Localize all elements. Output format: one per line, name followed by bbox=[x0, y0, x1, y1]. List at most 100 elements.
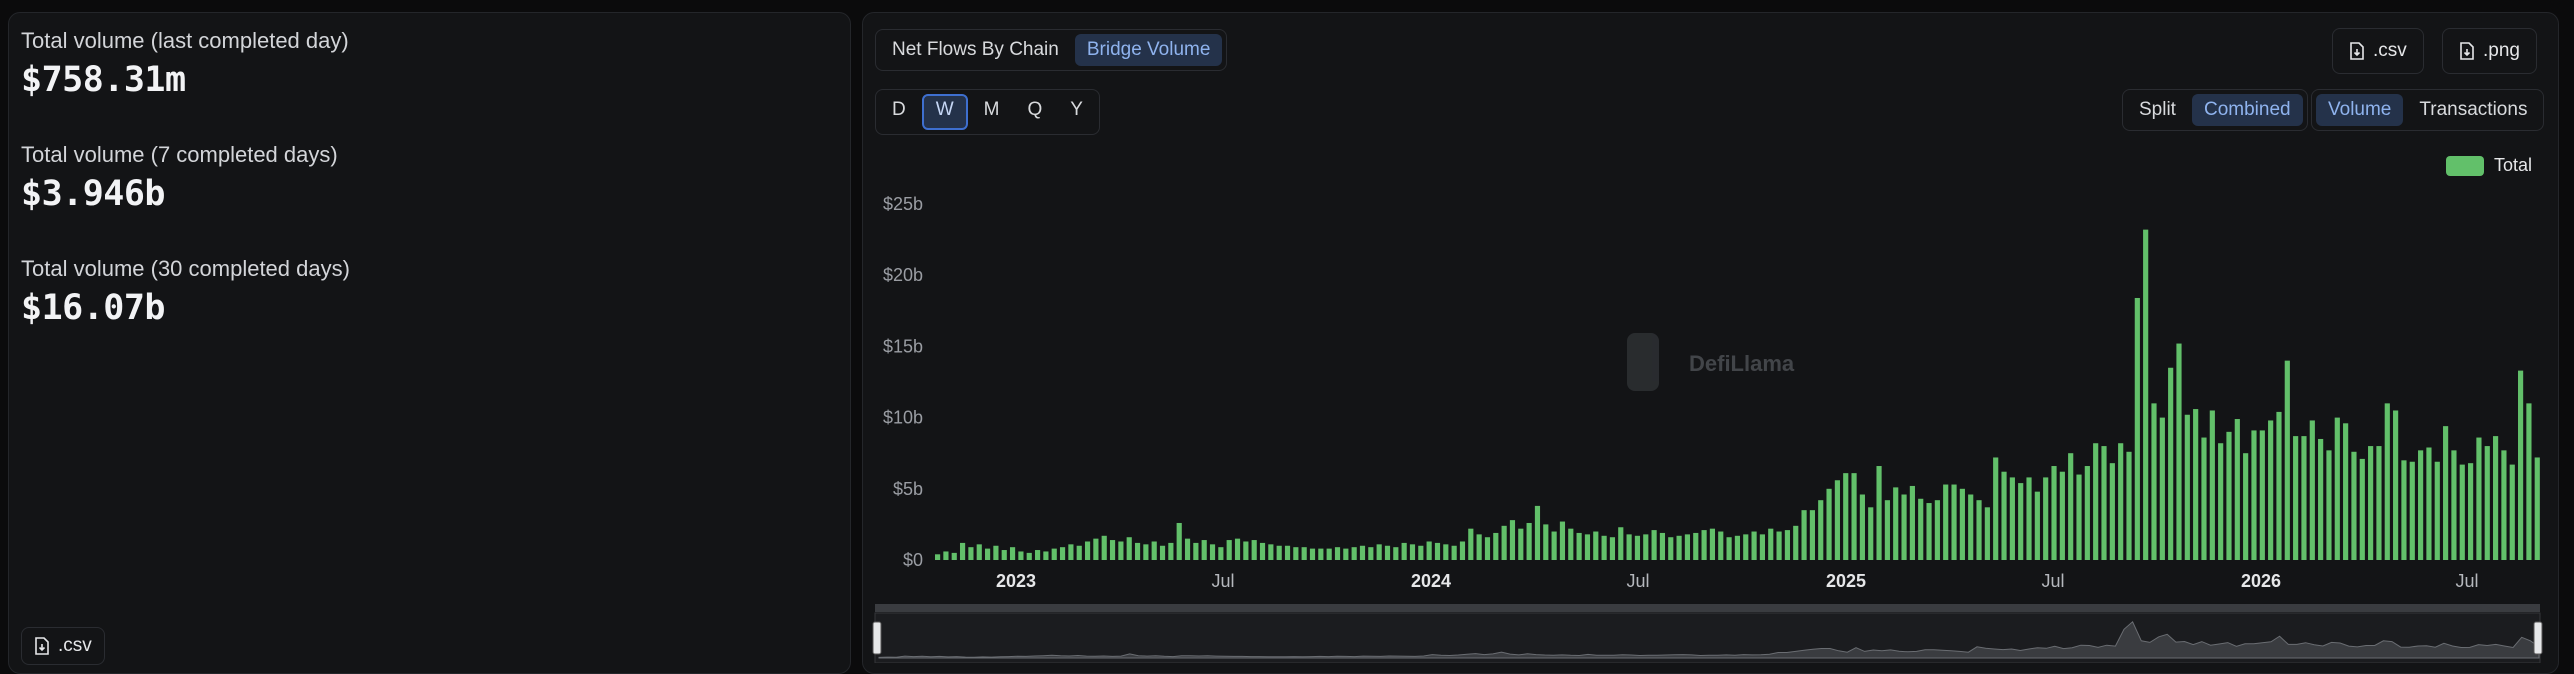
bar[interactable] bbox=[1668, 537, 1674, 560]
bar[interactable] bbox=[1468, 528, 1474, 560]
bar[interactable] bbox=[1451, 545, 1457, 560]
bar[interactable] bbox=[1109, 540, 1116, 560]
bar[interactable] bbox=[2384, 403, 2390, 560]
bar[interactable] bbox=[1751, 531, 1757, 560]
bar[interactable] bbox=[1809, 510, 1815, 560]
bar[interactable] bbox=[1568, 528, 1574, 560]
bar[interactable] bbox=[1118, 541, 1124, 560]
bar[interactable] bbox=[1993, 457, 1999, 560]
bar[interactable] bbox=[1293, 547, 1299, 560]
bar[interactable] bbox=[2534, 457, 2540, 560]
bar[interactable] bbox=[1651, 530, 1657, 560]
bar[interactable] bbox=[1851, 473, 1857, 560]
bar[interactable] bbox=[959, 542, 966, 560]
bar[interactable] bbox=[1884, 500, 1890, 560]
bar[interactable] bbox=[1526, 522, 1532, 560]
zoom-handle-left[interactable] bbox=[872, 621, 882, 655]
bar[interactable] bbox=[1059, 547, 1066, 560]
bar[interactable] bbox=[1801, 510, 1807, 560]
bar[interactable] bbox=[1776, 531, 1782, 560]
bar[interactable] bbox=[1209, 544, 1216, 560]
bar[interactable] bbox=[2218, 443, 2224, 560]
bar[interactable] bbox=[1193, 542, 1199, 560]
bar[interactable] bbox=[1626, 534, 1632, 560]
bar[interactable] bbox=[1551, 531, 1557, 560]
bar[interactable] bbox=[1509, 520, 1516, 560]
bar[interactable] bbox=[1251, 540, 1257, 560]
bar[interactable] bbox=[1693, 532, 1699, 560]
bar[interactable] bbox=[1951, 484, 1957, 560]
bar[interactable] bbox=[2526, 403, 2532, 560]
bar[interactable] bbox=[1543, 524, 1549, 560]
bar[interactable] bbox=[1609, 537, 1616, 560]
bar[interactable] bbox=[2359, 458, 2365, 560]
bar[interactable] bbox=[1276, 545, 1282, 560]
zoom-handle-right[interactable] bbox=[2533, 621, 2543, 655]
bar[interactable] bbox=[2468, 463, 2474, 560]
bar[interactable] bbox=[2051, 466, 2057, 560]
bar[interactable] bbox=[1376, 544, 1382, 560]
bar[interactable] bbox=[1901, 494, 1907, 561]
bar[interactable] bbox=[1259, 542, 1266, 560]
bar[interactable] bbox=[2193, 409, 2199, 560]
bar[interactable] bbox=[2226, 431, 2232, 560]
bar[interactable] bbox=[1501, 525, 1507, 560]
bar[interactable] bbox=[943, 551, 949, 560]
bar[interactable] bbox=[1784, 530, 1790, 560]
bar[interactable] bbox=[976, 544, 982, 560]
bar[interactable] bbox=[1843, 473, 1849, 560]
bar[interactable] bbox=[1151, 541, 1157, 560]
bar[interactable] bbox=[1184, 538, 1191, 560]
bar[interactable] bbox=[2076, 474, 2082, 560]
bar[interactable] bbox=[1768, 528, 1774, 560]
bar[interactable] bbox=[2001, 471, 2007, 560]
bar[interactable] bbox=[1818, 500, 1824, 560]
bar[interactable] bbox=[1343, 548, 1349, 560]
bar[interactable] bbox=[1351, 547, 1357, 560]
bar[interactable] bbox=[1318, 548, 1324, 560]
bar[interactable] bbox=[1959, 488, 1965, 560]
bar[interactable] bbox=[968, 547, 974, 560]
bar[interactable] bbox=[2484, 446, 2490, 560]
bar[interactable] bbox=[1759, 534, 1765, 560]
bar[interactable] bbox=[984, 548, 991, 560]
bar[interactable] bbox=[2168, 367, 2174, 560]
bar[interactable] bbox=[2509, 464, 2515, 560]
bar[interactable] bbox=[1401, 542, 1407, 560]
bar[interactable] bbox=[951, 552, 957, 560]
bar[interactable] bbox=[2151, 403, 2157, 560]
bar[interactable] bbox=[2409, 461, 2415, 560]
bar[interactable] bbox=[1484, 537, 1491, 560]
bar[interactable] bbox=[1618, 527, 1624, 560]
bar[interactable] bbox=[1168, 542, 1174, 560]
bar[interactable] bbox=[2234, 419, 2240, 560]
bar[interactable] bbox=[1026, 552, 1032, 560]
bar[interactable] bbox=[2276, 411, 2282, 560]
bar[interactable] bbox=[2026, 477, 2032, 560]
bar[interactable] bbox=[1576, 532, 1582, 560]
bar[interactable] bbox=[2101, 446, 2107, 560]
bar[interactable] bbox=[2443, 426, 2449, 560]
bar[interactable] bbox=[2459, 464, 2465, 560]
bar[interactable] bbox=[1076, 545, 1082, 560]
bar[interactable] bbox=[1126, 537, 1132, 560]
bar[interactable] bbox=[2176, 343, 2182, 560]
bar[interactable] bbox=[2093, 443, 2099, 560]
bar[interactable] bbox=[1676, 535, 1682, 560]
bar[interactable] bbox=[1409, 544, 1416, 560]
bar[interactable] bbox=[935, 554, 941, 560]
bar[interactable] bbox=[2493, 436, 2499, 560]
bar[interactable] bbox=[1518, 528, 1524, 560]
bar[interactable] bbox=[1359, 545, 1366, 560]
bar[interactable] bbox=[1009, 547, 1016, 560]
bar[interactable] bbox=[2418, 450, 2424, 560]
bar[interactable] bbox=[1934, 500, 1940, 560]
bar[interactable] bbox=[2134, 297, 2140, 560]
bar[interactable] bbox=[1701, 530, 1707, 560]
bar[interactable] bbox=[1634, 535, 1641, 560]
bar[interactable] bbox=[1943, 484, 1949, 560]
zoom-slider-top-bar[interactable] bbox=[875, 604, 2540, 612]
bar[interactable] bbox=[2426, 447, 2432, 561]
bar[interactable] bbox=[2334, 417, 2340, 560]
bar[interactable] bbox=[2259, 430, 2265, 560]
